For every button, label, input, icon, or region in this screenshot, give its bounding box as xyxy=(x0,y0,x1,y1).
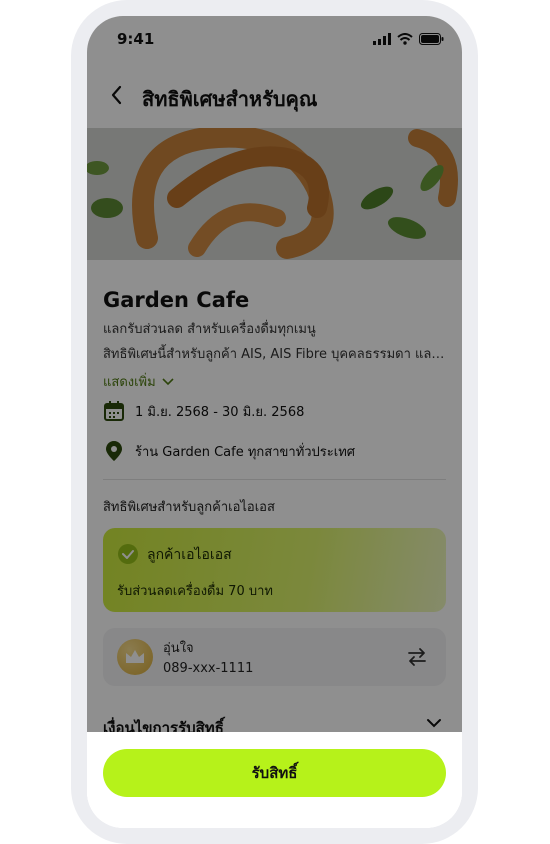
phone-screen: 9:41 สิทธิพิเศษสำหรับคุณ Garden Cafe แลก… xyxy=(87,16,462,828)
dim-overlay xyxy=(87,16,462,732)
page-content: 9:41 สิทธิพิเศษสำหรับคุณ Garden Cafe แลก… xyxy=(87,16,462,828)
footer-bar: รับสิทธิ์ xyxy=(87,732,462,828)
claim-button[interactable]: รับสิทธิ์ xyxy=(103,749,446,797)
